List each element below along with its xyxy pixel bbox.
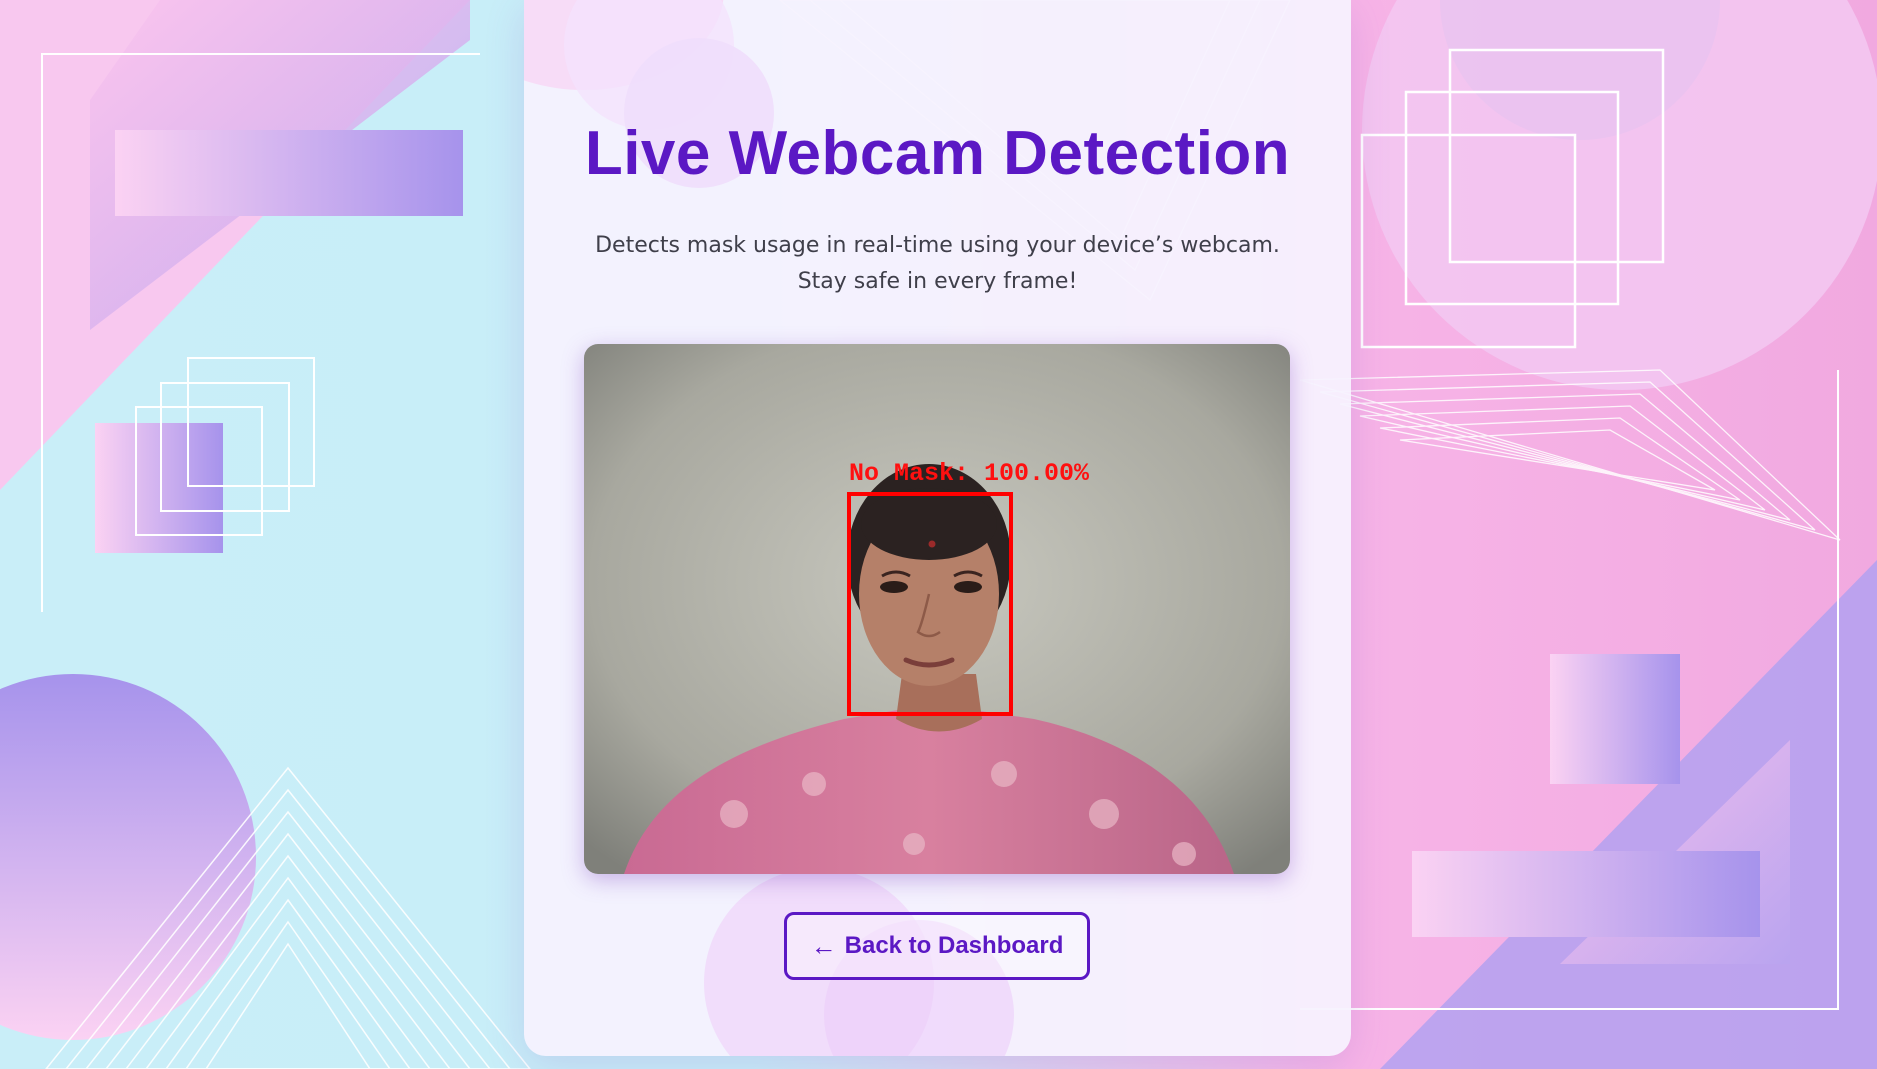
arrow-left-icon: ←: [810, 931, 837, 961]
page-description: Detects mask usage in real-time using yo…: [564, 228, 1311, 300]
back-button-label: Back to Dashboard: [844, 932, 1064, 959]
page-title: Live Webcam Detection: [584, 119, 1291, 188]
back-to-dashboard-button[interactable]: ← Back to Dashboard: [784, 912, 1090, 980]
description-line-2: Stay safe in every frame!: [797, 269, 1078, 294]
detection-label: No Mask: 100.00%: [849, 459, 1090, 488]
description-line-1: Detects mask usage in real-time using yo…: [595, 233, 1280, 258]
webcam-feed: No Mask: 100.00%: [584, 344, 1290, 874]
detection-card: Live Webcam Detection Detects mask usage…: [524, 0, 1351, 1056]
